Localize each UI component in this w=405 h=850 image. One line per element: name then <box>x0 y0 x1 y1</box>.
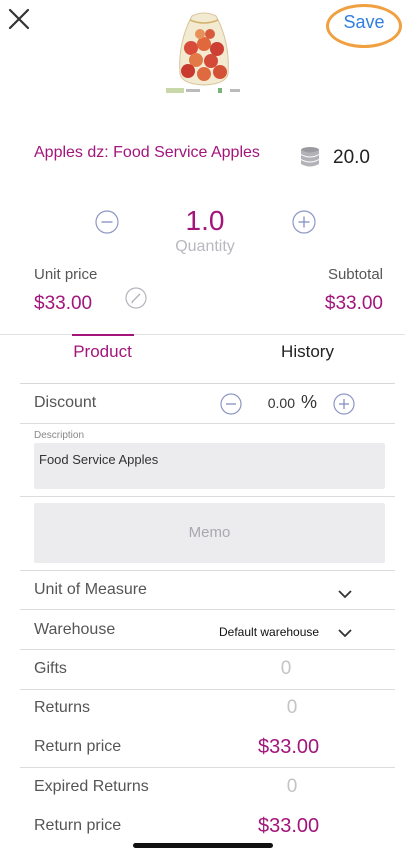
discount-unit: % <box>301 392 318 412</box>
discount-value[interactable]: 0.00 <box>255 395 295 411</box>
divider <box>20 383 395 384</box>
quantity-decrement-button[interactable] <box>95 210 119 234</box>
chevron-down-icon <box>338 629 352 638</box>
active-tab-indicator <box>72 334 134 336</box>
expired-return-price-label: Return price <box>34 817 122 834</box>
gifts-label: Gifts <box>34 660 67 677</box>
divider <box>20 609 395 610</box>
chevron-down-icon <box>338 590 352 599</box>
warehouse-dropdown[interactable] <box>338 625 352 638</box>
plus-circle-icon <box>333 393 355 415</box>
unit-of-measure-dropdown[interactable] <box>338 586 352 599</box>
stock-quantity: 20.0 <box>333 147 370 168</box>
memo-placeholder: Memo <box>188 524 231 541</box>
description-value: Food Service Apples <box>39 452 159 467</box>
subtotal-value: $33.00 <box>324 293 383 314</box>
returns-value[interactable]: 0 <box>272 697 312 719</box>
tab-history[interactable]: History <box>245 340 370 384</box>
divider <box>20 649 395 650</box>
return-price-value[interactable]: $33.00 <box>258 736 319 759</box>
warehouse-value[interactable]: Default warehouse <box>219 625 319 639</box>
divider <box>0 334 405 335</box>
discount-decrement-button[interactable] <box>220 393 242 415</box>
minus-circle-icon <box>95 210 119 234</box>
save-label: Save <box>343 12 385 32</box>
subtotal-label: Subtotal <box>327 266 383 283</box>
return-price-label: Return price <box>34 738 122 755</box>
quantity-label: Quantity <box>175 238 235 255</box>
tab-product[interactable]: Product <box>40 340 165 384</box>
database-stack-icon <box>300 146 320 168</box>
quantity-value[interactable]: 1.0 <box>150 205 260 237</box>
description-label: Description <box>34 430 85 441</box>
minus-circle-icon <box>220 393 242 415</box>
divider <box>20 767 395 768</box>
discount-label: Discount <box>34 394 97 411</box>
expired-return-price-value[interactable]: $33.00 <box>258 815 319 838</box>
quantity-increment-button[interactable] <box>292 210 316 234</box>
unit-price-label: Unit price <box>34 266 98 283</box>
expired-returns-value[interactable]: 0 <box>272 776 312 798</box>
plus-circle-icon <box>292 210 316 234</box>
pencil-circle-icon <box>125 287 147 309</box>
warehouse-label: Warehouse <box>34 621 116 638</box>
close-button[interactable] <box>6 6 32 32</box>
divider <box>20 496 395 497</box>
save-button[interactable]: Save <box>326 4 402 48</box>
divider <box>20 423 395 424</box>
divider <box>20 689 395 690</box>
unit-of-measure-label: Unit of Measure <box>34 581 147 598</box>
expired-returns-label: Expired Returns <box>34 778 149 795</box>
discount-increment-button[interactable] <box>333 393 355 415</box>
edit-price-button[interactable] <box>125 287 147 309</box>
unit-price-value: $33.00 <box>34 293 93 314</box>
home-indicator[interactable] <box>133 843 273 848</box>
gifts-value[interactable]: 0 <box>266 658 306 680</box>
returns-label: Returns <box>34 699 91 716</box>
divider <box>20 570 395 571</box>
product-image <box>160 8 248 96</box>
product-title: Apples dz: Food Service Apples <box>34 144 260 161</box>
close-icon <box>8 8 30 30</box>
